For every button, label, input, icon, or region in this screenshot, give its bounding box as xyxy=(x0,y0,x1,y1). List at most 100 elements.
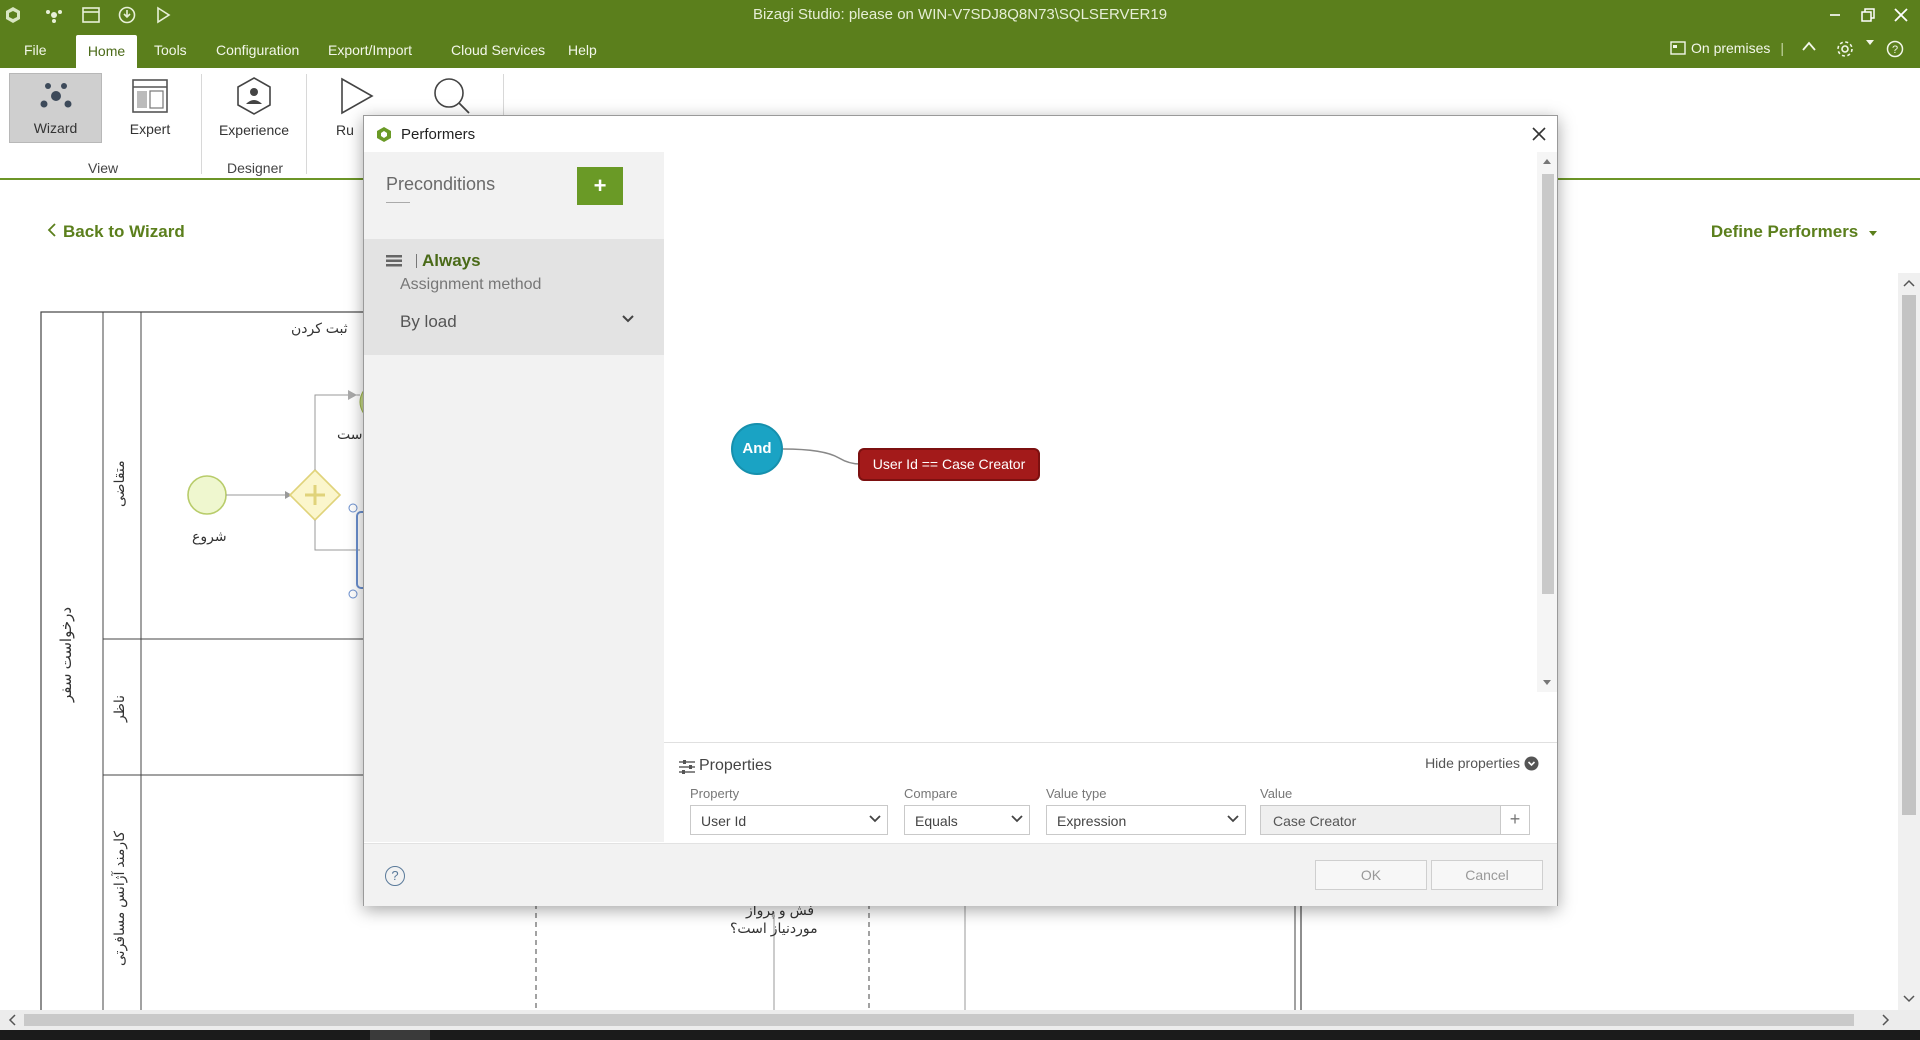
wizard-button[interactable]: Wizard xyxy=(9,74,102,144)
collapse-ribbon-icon[interactable] xyxy=(1801,40,1817,52)
menu-cloud-services[interactable]: Cloud Services xyxy=(451,42,545,58)
settings-gear-icon[interactable] xyxy=(1836,40,1854,58)
menu-export-import[interactable]: Export/Import xyxy=(328,42,412,58)
menu-configuration[interactable]: Configuration xyxy=(216,42,299,58)
os-taskbar xyxy=(0,1030,1920,1040)
assignment-method-select[interactable]: By load xyxy=(400,312,635,332)
hide-properties-label: Hide properties xyxy=(1425,755,1520,771)
expression-connector xyxy=(782,448,861,465)
wizard-label: Wizard xyxy=(33,120,78,136)
help-icon[interactable]: ? xyxy=(1886,40,1904,58)
value-type-select[interactable]: Expression xyxy=(1046,805,1246,835)
on-premises-icon xyxy=(1670,41,1686,55)
dialog-scroll-up-icon[interactable] xyxy=(1537,156,1557,166)
cancel-button[interactable]: Cancel xyxy=(1431,860,1543,890)
settings-dropdown-icon[interactable] xyxy=(1866,40,1874,46)
wizard-icon xyxy=(40,83,71,108)
on-premises-toggle[interactable]: On premises | xyxy=(1670,40,1784,56)
scroll-left-icon[interactable] xyxy=(6,1010,18,1030)
partial-task-label: است xyxy=(337,426,367,442)
value-add-button[interactable]: + xyxy=(1500,805,1530,835)
dialog-footer: ? OK Cancel xyxy=(364,843,1557,906)
dialog-close-icon[interactable] xyxy=(1532,127,1546,141)
chevron-down-icon xyxy=(869,815,881,823)
preconditions-panel: Preconditions + Always Assignment method… xyxy=(364,152,664,842)
canvas-vertical-scrollbar[interactable] xyxy=(1898,273,1920,1010)
chevron-down-icon xyxy=(622,315,634,323)
collapse-circle-icon xyxy=(1524,756,1539,770)
experience-icon xyxy=(237,77,271,115)
properties-title: Properties xyxy=(699,757,772,774)
canvas-hscroll-thumb[interactable] xyxy=(24,1014,1854,1026)
property-value: User Id xyxy=(701,813,747,829)
menu-home[interactable]: Home xyxy=(76,35,137,68)
expert-icon xyxy=(132,79,168,113)
dialog-vertical-scrollbar[interactable] xyxy=(1537,152,1557,692)
chevron-down-icon xyxy=(1011,815,1023,823)
chevron-down-icon xyxy=(1227,815,1239,823)
compare-select[interactable]: Equals xyxy=(904,805,1030,835)
assignment-method-value: By load xyxy=(400,312,457,331)
dialog-title-bar: Performers xyxy=(364,116,1557,152)
lane-label-agency: کارمند آژانس مسافرتی xyxy=(111,830,127,966)
bottom-task-label-2: موردنیاز است؟ xyxy=(730,920,818,936)
scroll-up-icon[interactable] xyxy=(1898,277,1920,289)
ribbon-separator xyxy=(201,74,202,174)
window-title: Bizagi Studio: please on WIN-V7SDJ8Q8N73… xyxy=(752,6,1168,23)
canvas-horizontal-scrollbar[interactable] xyxy=(0,1010,1920,1030)
compare-value: Equals xyxy=(915,813,958,829)
start-event xyxy=(187,475,227,515)
value-text: Case Creator xyxy=(1273,813,1357,829)
condition-name: Always xyxy=(422,251,481,270)
precondition-card[interactable]: Always Assignment method By load xyxy=(364,239,664,355)
value-field[interactable]: Case Creator xyxy=(1260,805,1501,835)
expression-diagram-area[interactable]: And User Id == Case Creator xyxy=(664,152,1557,742)
property-select[interactable]: User Id xyxy=(690,805,888,835)
dialog-vscroll-thumb[interactable] xyxy=(1542,174,1554,594)
menu-help[interactable]: Help xyxy=(568,42,597,58)
condition-node[interactable]: User Id == Case Creator xyxy=(858,448,1040,481)
assignment-method-label: Assignment method xyxy=(400,276,542,293)
property-label: Property xyxy=(690,786,740,801)
value-label: Value xyxy=(1260,786,1293,801)
dialog-scroll-down-icon[interactable] xyxy=(1537,678,1557,688)
dialog-help-icon[interactable]: ? xyxy=(385,866,405,886)
add-precondition-button[interactable]: + xyxy=(577,167,623,205)
experience-button[interactable]: Experience xyxy=(211,74,297,144)
search-icon xyxy=(434,78,470,114)
title-bar: Bizagi Studio: please on WIN-V7SDJ8Q8N73… xyxy=(0,0,1920,29)
lane-label-supervisor: ناظر xyxy=(111,694,127,722)
minimize-button[interactable] xyxy=(1820,3,1850,27)
canvas-vscroll-thumb[interactable] xyxy=(1902,295,1916,815)
scroll-down-icon[interactable] xyxy=(1898,993,1920,1005)
properties-panel: Properties Hide properties Property User… xyxy=(664,742,1557,842)
taskbar-item[interactable] xyxy=(370,1030,430,1040)
ribbon-group-view: View xyxy=(88,160,119,176)
menu-tools[interactable]: Tools xyxy=(154,42,187,58)
svg-text:?: ? xyxy=(1892,44,1898,56)
ok-button[interactable]: OK xyxy=(1315,860,1427,890)
dialog-title: Performers xyxy=(401,126,476,143)
run-label: Ru xyxy=(336,122,354,138)
menu-bar: File Home Tools Configuration Export/Imp… xyxy=(0,29,1920,68)
value-type-label: Value type xyxy=(1046,786,1107,801)
scroll-right-icon[interactable] xyxy=(1880,1010,1892,1030)
close-window-button[interactable] xyxy=(1886,3,1916,27)
condition-divider xyxy=(416,254,417,268)
menu-file[interactable]: File xyxy=(24,42,47,58)
list-icon xyxy=(386,255,402,267)
preconditions-title: Preconditions xyxy=(386,174,496,194)
value-type-value: Expression xyxy=(1057,813,1127,829)
experience-label: Experience xyxy=(218,122,290,138)
hide-properties-toggle[interactable]: Hide properties xyxy=(1425,755,1539,771)
performers-dialog: Performers Preconditions + Always Assign… xyxy=(363,115,1558,906)
expert-button[interactable]: Expert xyxy=(112,74,188,144)
expert-label: Expert xyxy=(129,121,171,137)
compare-label: Compare xyxy=(904,786,958,801)
lane-label-applicant: متقاضی xyxy=(111,460,127,507)
run-play-icon xyxy=(341,77,374,115)
sliders-icon xyxy=(679,760,695,774)
restore-button[interactable] xyxy=(1853,3,1883,27)
and-node[interactable]: And xyxy=(731,423,783,475)
task-label-register: ثبت کردن xyxy=(291,320,348,336)
